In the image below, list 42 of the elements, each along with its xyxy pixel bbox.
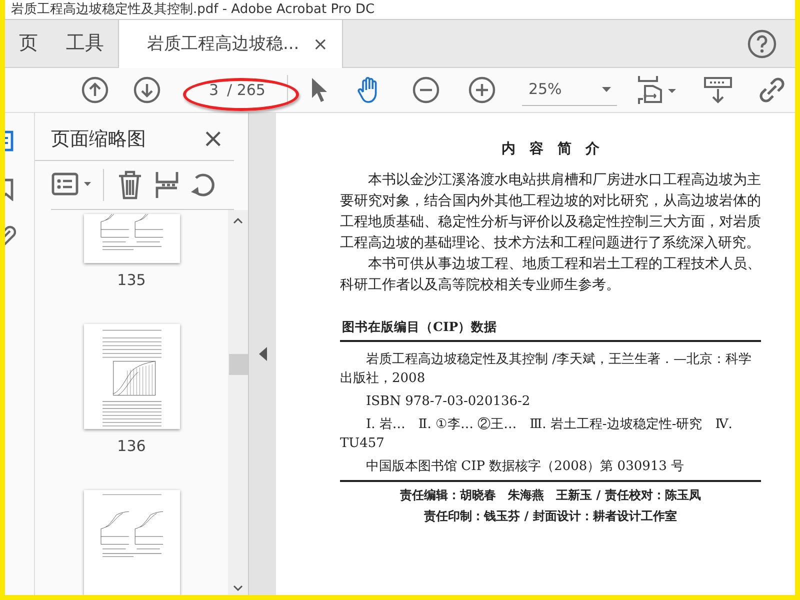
tab[interactable]: 工具 — [52, 20, 118, 67]
credits-text: 责任印制：钱玉芬 / 封面设计：耕者设计工作室 — [423, 508, 678, 525]
page-number-label: 136 — [117, 436, 146, 458]
caret-icon — [602, 87, 612, 92]
cip-text: Ⅰ. 岩… Ⅱ. ①李… ②王… Ⅲ. 岩土工程-边坡稳定性-研究 Ⅳ. TU457 — [340, 416, 734, 453]
cip-text: ISBN 978-7-03-020136-2 — [365, 392, 532, 411]
help-icon[interactable] — [747, 29, 777, 59]
tab[interactable]: 页 — [5, 20, 52, 67]
page-thumbnail[interactable] — [84, 490, 180, 595]
trash-icon[interactable] — [116, 168, 144, 201]
zoom-dropdown[interactable]: 25% — [522, 74, 618, 106]
insert-page-icon[interactable] — [154, 170, 180, 200]
panel-close-button[interactable]: × — [202, 126, 224, 152]
body-paragraph: 本书以金沙江溪洛渡水电站拱肩槽和厂房进水口工程高边坡为主要研究对象，结合国内外其他工程边坡的对比研究，从高边坡岩体的工程地质基础、稳定性分析与评价以及稳定性控制三大方面，对岩质工程高边坡的基础理论、技术方法和工程问题进行了系统深入研究。 — [340, 171, 761, 254]
zoom-out-icon[interactable] — [412, 76, 440, 104]
page-number-field[interactable]: 3 — [209, 82, 223, 99]
scrollbar-thumb[interactable] — [228, 354, 248, 375]
scroll-up-icon[interactable] — [233, 218, 243, 224]
zoom-in-icon[interactable] — [468, 76, 496, 104]
scroll-down-icon[interactable] — [233, 584, 243, 591]
collapse-panel-icon[interactable] — [258, 347, 266, 362]
page-thumbnail[interactable] — [84, 214, 180, 264]
credits-text: 责任编辑：胡晓春 朱海燕 王新玉 / 责任校对：陈玉凤 — [399, 486, 702, 504]
cip-heading: 图书在版编目（CIP）数据 — [341, 318, 498, 336]
cip-text: 中国版本图书馆 CIP 数据核字（2008）第 030913 号 — [365, 458, 686, 476]
cip-text: 岩质工程高边坡稳定性及其控制 /李天斌，王兰生著．—北京：科学出版社，2008 — [340, 350, 753, 388]
tab-label[interactable]: 岩质工程高边坡稳... — [147, 32, 300, 58]
page-heading: 内容简介 — [500, 140, 614, 160]
zoom-value: 25% — [528, 79, 562, 100]
tab-close-button[interactable]: × — [312, 31, 328, 58]
window-title: 岩质工程高边坡稳定性及其控制.pdf - Adobe Acrobat Pro DC — [5, 0, 795, 20]
scroll-mode-icon[interactable] — [703, 75, 734, 106]
page-number-label: 135 — [117, 270, 146, 292]
pointer-icon[interactable] — [309, 76, 330, 104]
body-paragraph: 本书可供从事边坡工程、地质工程和岩土工程的工程技术人员、科研工作者以及高等院校相关专业师生参考。 — [340, 255, 761, 296]
link-icon[interactable] — [759, 75, 786, 106]
page-thumbnail[interactable] — [84, 324, 180, 430]
page-down-icon[interactable] — [133, 76, 161, 104]
page-total: / 265 — [227, 80, 266, 101]
page-up-icon[interactable] — [81, 76, 109, 104]
panel-title: 页面缩略图 — [51, 127, 146, 152]
tab[interactable]: 岩质工程高边坡稳... × — [118, 20, 343, 69]
